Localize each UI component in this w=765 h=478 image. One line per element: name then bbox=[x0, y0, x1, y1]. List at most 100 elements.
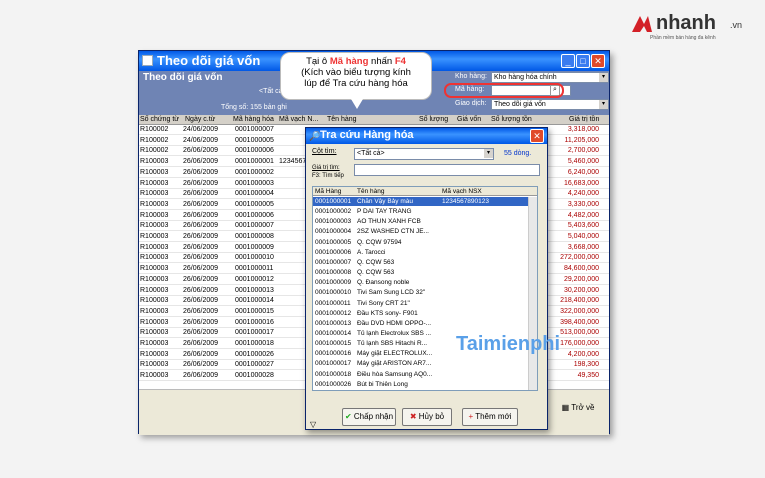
kho-label: Kho hàng: bbox=[455, 73, 487, 80]
table-cell: 218,400,000 bbox=[560, 297, 599, 305]
col-header[interactable]: Tên hàng bbox=[327, 116, 357, 123]
list-item[interactable]: 0001000011 Tivi Sony CRT 21" bbox=[313, 299, 528, 308]
back-label: Trở về bbox=[571, 403, 595, 412]
table-cell: 5,403,600 bbox=[567, 222, 599, 230]
list-item[interactable]: 0001000003 AO THUN XANH FCB bbox=[313, 217, 528, 226]
table-cell: 6,240,000 bbox=[567, 168, 599, 176]
table-cell: 0001000014 bbox=[235, 297, 274, 305]
result-list[interactable]: Mã Hàng Tên hàng Mã vạch NSX 0001000001 C… bbox=[312, 186, 538, 391]
list-cell: 0001000001 bbox=[315, 198, 352, 205]
list-scrollbar[interactable] bbox=[528, 197, 537, 390]
search-col-select[interactable]: <Tất cả> ▾ bbox=[354, 148, 494, 160]
col-header[interactable]: Giá trị tồn bbox=[569, 116, 599, 123]
list-item[interactable]: 0001000009 Q. Đansong noble bbox=[313, 278, 528, 287]
table-cell: R100003 bbox=[140, 179, 169, 187]
back-button[interactable]: ▦ Trở về bbox=[553, 400, 603, 418]
list-cell: 0001000018 bbox=[315, 370, 352, 378]
list-cell: Q. CQW 97594 bbox=[357, 238, 402, 246]
table-cell: 2,700,000 bbox=[567, 147, 599, 155]
maximize-button[interactable]: □ bbox=[576, 54, 590, 68]
col-header[interactable]: Số lượng bbox=[419, 116, 448, 123]
accept-label: Chấp nhận bbox=[353, 412, 394, 421]
col-header[interactable]: Mã hàng hóa bbox=[233, 116, 274, 123]
col-header[interactable]: Mã vạch N... bbox=[279, 116, 318, 123]
list-item[interactable]: 0001000017 Máy giặt ARISTON AR7... bbox=[313, 359, 528, 368]
list-cell: Máy giặt ELECTROLUX... bbox=[357, 350, 433, 358]
table-cell: 16,683,000 bbox=[563, 179, 599, 187]
list-cell: 0001000010 bbox=[315, 289, 352, 297]
col-header[interactable]: Số lượng tồn bbox=[491, 116, 532, 123]
list-item[interactable]: 0001000005 Q. CQW 97594 bbox=[313, 238, 528, 247]
list-cell: AO THUN XANH FCB bbox=[357, 218, 421, 226]
list-item[interactable]: 0001000012 Đầu KTS sony- F901 bbox=[313, 309, 528, 318]
table-cell: R100003 bbox=[140, 168, 169, 176]
table-cell: 0001000011 bbox=[235, 265, 274, 273]
list-cell: 0001000004 bbox=[315, 228, 352, 236]
table-cell: 26/06/2009 bbox=[183, 318, 219, 326]
table-cell: 26/06/2009 bbox=[183, 179, 219, 187]
cancel-button[interactable]: ✖ Hủy bỏ bbox=[402, 408, 452, 426]
giao-dich-select[interactable]: Theo dõi giá vốn ▾ bbox=[491, 99, 609, 110]
table-cell: 0001000028 bbox=[235, 372, 274, 380]
table-cell: 24/06/2009 bbox=[183, 126, 219, 133]
table-cell: 0001000005 bbox=[235, 136, 274, 144]
close-button[interactable]: ✕ bbox=[591, 54, 605, 68]
list-item[interactable]: 0001000026 Bút bi Thiên Long bbox=[313, 380, 528, 389]
list-col-header[interactable]: Tên hàng bbox=[357, 188, 384, 195]
table-cell: 0001000007 bbox=[235, 222, 274, 230]
list-item[interactable]: 0001000007 Q. CQW 563 bbox=[313, 258, 528, 267]
instruction-callout: Tại ô Mã hàng nhấn F4 (Kích vào biểu tượ… bbox=[280, 52, 432, 109]
list-item[interactable]: 0001000004 2SZ WASHED CTN JE... bbox=[313, 227, 528, 236]
add-button[interactable]: + Thêm mới bbox=[462, 408, 518, 426]
table-cell: R100003 bbox=[140, 361, 169, 369]
nhanh-logo-icon bbox=[632, 16, 652, 32]
table-cell: 0001000008 bbox=[235, 233, 274, 240]
list-item[interactable]: 0001000002 P DAI TAY TRANG bbox=[313, 207, 528, 216]
list-col-header[interactable]: Mã Hàng bbox=[315, 188, 341, 195]
accept-button[interactable]: ✔ Chấp nhận bbox=[342, 408, 396, 426]
list-item[interactable]: 0001000001 Chăn Vậy Bảy màu 1234567890123 bbox=[313, 197, 528, 206]
cancel-label: Hủy bỏ bbox=[418, 412, 445, 421]
table-cell: R100003 bbox=[140, 211, 169, 219]
list-item[interactable]: 0001000006 A. Tarocci bbox=[313, 248, 528, 257]
list-item[interactable]: 0001000013 Đầu DVD HDMI OPPO-... bbox=[313, 319, 528, 328]
dialog-close-button[interactable]: ✕ bbox=[530, 129, 544, 143]
minimize-button[interactable]: _ bbox=[561, 54, 575, 68]
search-value-input[interactable] bbox=[354, 164, 540, 176]
table-cell: R100003 bbox=[140, 254, 169, 262]
table-cell: 4,240,000 bbox=[567, 190, 599, 198]
table-cell: 26/06/2009 bbox=[183, 254, 219, 262]
total-records: Tổng số: 155 bản ghi bbox=[221, 104, 287, 111]
table-cell: 0001000027 bbox=[235, 361, 274, 369]
list-cell: Tivi Sony CRT 21" bbox=[357, 299, 410, 307]
list-cell: 0001000014 bbox=[315, 329, 352, 337]
table-cell: 11,205,000 bbox=[564, 136, 599, 144]
col-header[interactable]: Ngày c.từ bbox=[185, 116, 215, 123]
list-cell: Đầu KTS sony- F901 bbox=[357, 309, 418, 317]
col-header[interactable]: Số chứng từ bbox=[140, 116, 179, 123]
list-item[interactable]: 0001000018 Điều hòa Samsung AQ0... bbox=[313, 370, 528, 379]
list-header: Mã Hàng Tên hàng Mã vạch NSX bbox=[313, 187, 537, 196]
list-cell: Q. Đansong noble bbox=[357, 279, 410, 287]
chevron-down-icon: ▾ bbox=[484, 149, 493, 158]
table-cell: 0001000013 bbox=[235, 286, 274, 294]
table-cell: R100003 bbox=[140, 275, 169, 283]
list-cell: 0001000005 bbox=[315, 238, 352, 246]
list-cell: A. Tarocci bbox=[357, 248, 386, 256]
callout-arrow bbox=[351, 99, 363, 109]
table-cell: R100003 bbox=[140, 222, 169, 230]
list-col-header[interactable]: Mã vạch NSX bbox=[442, 188, 482, 195]
col-header[interactable]: Giá vốn bbox=[457, 116, 481, 123]
kho-value: Kho hàng hóa chính bbox=[494, 74, 557, 81]
logo-tagline: Phần mềm bán hàng đa kênh bbox=[650, 35, 716, 41]
list-item[interactable]: 0001000010 Tivi Sam Sung LCD 32" bbox=[313, 288, 528, 297]
watermark: Taimienphi bbox=[456, 333, 561, 355]
list-item[interactable]: 0001000008 Q. CQW 563 bbox=[313, 268, 528, 277]
list-cell: 0001000017 bbox=[315, 360, 352, 368]
add-label: Thêm mới bbox=[475, 412, 512, 421]
table-cell: 0001000016 bbox=[235, 318, 274, 326]
logo-name: nhanh bbox=[656, 12, 716, 34]
kho-select[interactable]: Kho hàng hóa chính ▾ bbox=[491, 72, 609, 83]
logo-tld: .vn bbox=[730, 20, 743, 30]
callout-highlight: F4 bbox=[394, 56, 406, 67]
